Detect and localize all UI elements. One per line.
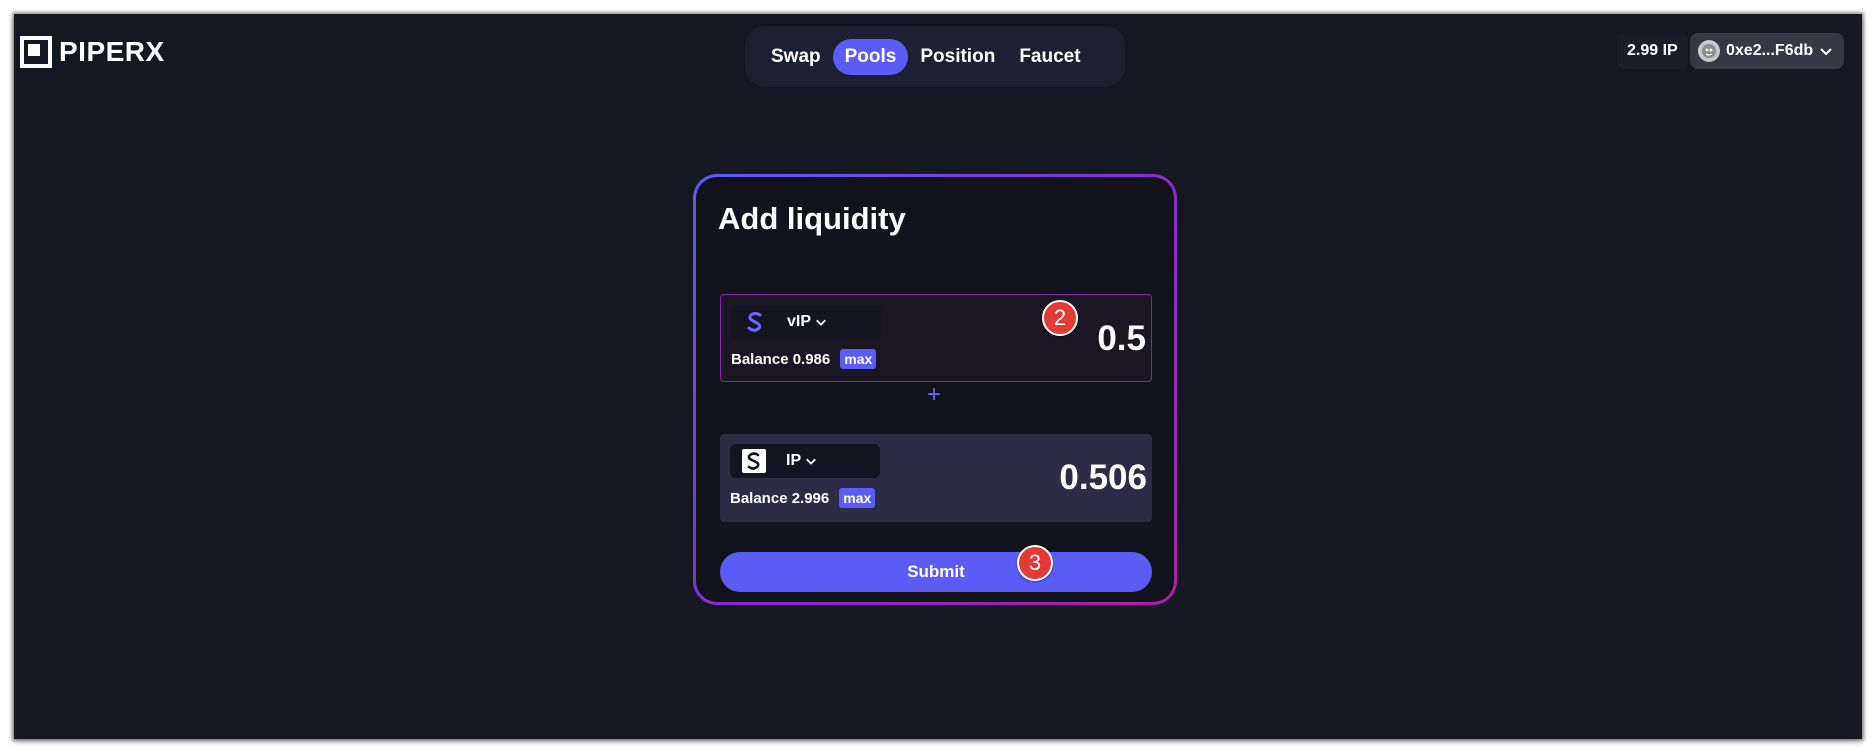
card-title: Add liquidity — [718, 201, 906, 236]
token-a-select[interactable]: vIP — [731, 305, 881, 339]
avatar-icon — [1698, 40, 1720, 62]
token-b-symbol: IP — [786, 452, 802, 469]
nav-pools[interactable]: Pools — [832, 38, 909, 75]
nav-swap[interactable]: Swap — [759, 39, 833, 75]
wallet-button[interactable]: 0xe2...F6db — [1690, 33, 1844, 69]
vip-token-icon — [743, 310, 767, 334]
piperx-logo-icon — [20, 36, 52, 68]
token-b-max-button[interactable]: max — [839, 488, 876, 508]
main-nav: Swap Pools Position Faucet — [745, 26, 1125, 87]
token-a-max-button[interactable]: max — [840, 349, 877, 369]
add-liquidity-card: Add liquidity vIP Balance 0.986 max 0.5 … — [693, 174, 1177, 605]
nav-faucet[interactable]: Faucet — [1007, 39, 1092, 75]
wallet-balance: 2.99 IP — [1617, 33, 1688, 69]
chevron-down-icon — [815, 315, 829, 329]
token-a-symbol: vIP — [787, 313, 812, 330]
token-a-balance: Balance 0.986 — [731, 350, 831, 368]
step-3-badge: 3 — [1017, 545, 1053, 581]
token-b-select[interactable]: IP — [730, 444, 880, 478]
token-a-balance-line: Balance 0.986 max — [731, 349, 877, 369]
ip-token-icon — [742, 449, 766, 473]
chevron-down-icon — [805, 454, 819, 468]
chevron-down-icon — [1819, 44, 1833, 58]
submit-button[interactable]: Submit — [720, 552, 1152, 592]
wallet-address: 0xe2...F6db — [1726, 42, 1814, 59]
plus-icon: + — [927, 381, 942, 408]
nav-position[interactable]: Position — [908, 39, 1007, 75]
token-b-amount-input[interactable]: 0.506 — [1059, 458, 1147, 498]
token-a-input-row[interactable]: vIP Balance 0.986 max 0.5 — [720, 294, 1152, 382]
token-b-input-row[interactable]: IP Balance 2.996 max 0.506 — [720, 434, 1152, 522]
token-a-amount-input[interactable]: 0.5 — [1097, 319, 1146, 359]
brand-name: PIPERX — [59, 36, 165, 67]
token-b-balance-line: Balance 2.996 max — [730, 488, 876, 508]
app-window: PIPERX Swap Pools Position Faucet 2.99 I… — [14, 14, 1862, 739]
brand-logo[interactable]: PIPERX — [20, 36, 165, 68]
token-b-balance: Balance 2.996 — [730, 489, 830, 507]
step-2-badge: 2 — [1042, 300, 1078, 336]
